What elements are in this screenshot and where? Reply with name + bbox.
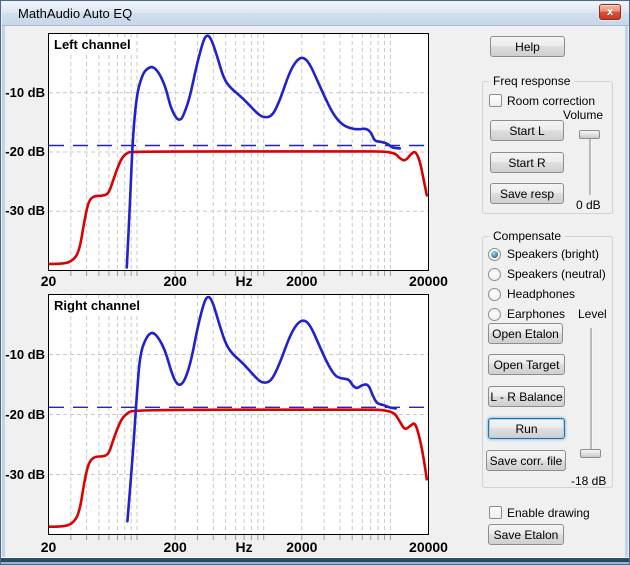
x-axis-label: Hz <box>236 539 253 555</box>
x-axis-label: 2000 <box>286 273 317 289</box>
help-button[interactable]: Help <box>490 36 565 57</box>
lr-balance-button[interactable]: L - R Balance <box>488 386 565 407</box>
level-label: Level <box>578 307 607 321</box>
radio-earphones[interactable] <box>488 308 501 321</box>
volume-value: 0 dB <box>576 198 601 212</box>
room-correction-label: Room correction <box>507 94 595 108</box>
save-resp-button[interactable]: Save resp <box>490 183 564 204</box>
window-title: MathAudio Auto EQ <box>18 6 132 21</box>
y-axis-label: -10 dB <box>1 347 45 362</box>
y-axis-label: -20 dB <box>1 407 45 422</box>
level-slider-thumb[interactable] <box>580 449 601 458</box>
radio-headphones[interactable] <box>488 288 501 301</box>
radio-speakers-bright[interactable] <box>488 248 501 261</box>
right-channel-label: Right channel <box>54 298 143 314</box>
x-axis-label: 200 <box>163 539 186 555</box>
start-l-button[interactable]: Start L <box>490 120 564 141</box>
x-axis-label: 20 <box>41 273 57 289</box>
level-slider-track[interactable] <box>590 328 592 458</box>
x-axis-label: 200 <box>163 273 186 289</box>
x-axis-label: 20000 <box>409 273 448 289</box>
right-channel-plot <box>48 294 429 542</box>
volume-slider-track[interactable] <box>589 133 591 195</box>
title-bar[interactable]: MathAudio Auto EQ <box>2 2 629 26</box>
radio-speakers-neutral[interactable] <box>488 268 501 281</box>
save-etalon-button[interactable]: Save Etalon <box>488 524 564 545</box>
y-axis-label: -20 dB <box>1 144 45 159</box>
x-axis-label: 2000 <box>286 539 317 555</box>
save-corr-file-button[interactable]: Save corr. file <box>486 450 566 471</box>
radio-speakers-bright-label: Speakers (bright) <box>507 247 599 261</box>
app-window: MathAudio Auto EQ x Left channel Right c… <box>0 0 630 565</box>
compensate-group-label: Compensate <box>489 229 565 243</box>
radio-headphones-label: Headphones <box>507 287 575 301</box>
volume-label: Volume <box>563 108 603 122</box>
close-button[interactable]: x <box>599 4 621 20</box>
radio-earphones-label: Earphones <box>507 307 565 321</box>
start-r-button[interactable]: Start R <box>490 152 564 173</box>
y-axis-label: -30 dB <box>1 467 45 482</box>
left-channel-plot <box>48 33 429 278</box>
room-correction-checkbox[interactable] <box>489 94 502 107</box>
x-axis-label: 20000 <box>409 539 448 555</box>
y-axis-label: -30 dB <box>1 203 45 218</box>
enable-drawing-label: Enable drawing <box>507 506 590 520</box>
y-axis-label: -10 dB <box>1 85 45 100</box>
volume-slider-thumb[interactable] <box>579 130 600 139</box>
radio-speakers-neutral-label: Speakers (neutral) <box>507 267 606 281</box>
run-button[interactable]: Run <box>488 418 565 439</box>
freq-response-group-label: Freq response <box>489 74 574 88</box>
x-axis-label: 20 <box>41 539 57 555</box>
left-channel-label: Left channel <box>54 37 134 53</box>
open-etalon-button[interactable]: Open Etalon <box>488 323 563 344</box>
level-value: -18 dB <box>571 474 606 488</box>
x-axis-label: Hz <box>236 273 253 289</box>
close-icon: x <box>607 7 613 18</box>
open-target-button[interactable]: Open Target <box>488 354 565 375</box>
enable-drawing-checkbox[interactable] <box>489 506 502 519</box>
